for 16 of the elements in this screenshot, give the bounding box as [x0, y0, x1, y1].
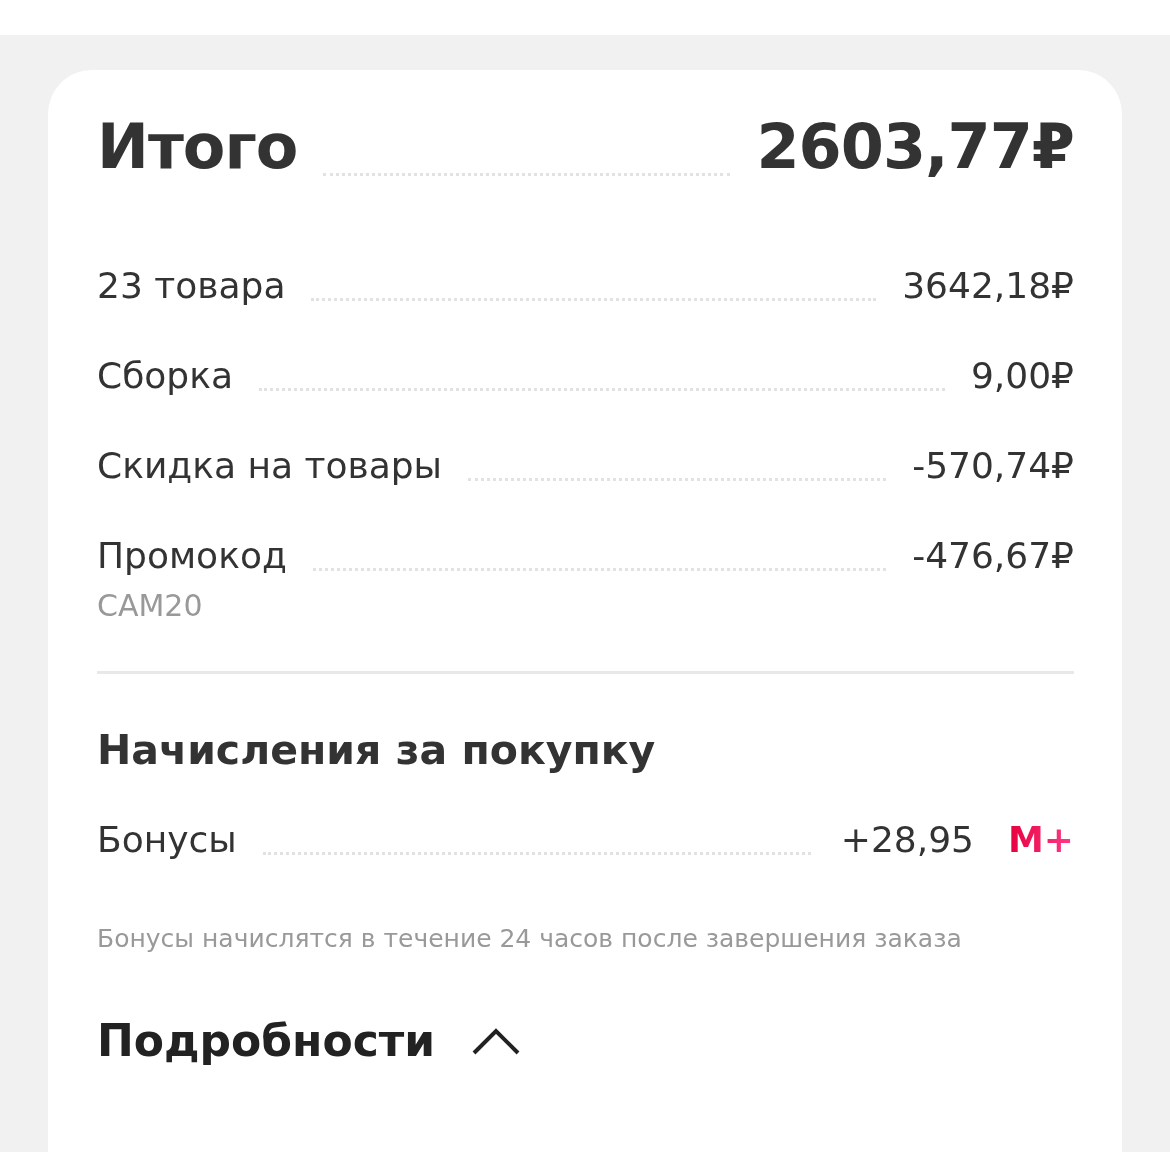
- row-value: 3642,18₽: [902, 264, 1074, 306]
- row-label: Скидка на товары: [97, 444, 442, 486]
- section-title: Начисления за покупку: [97, 726, 657, 774]
- details-toggle[interactable]: Подробности: [97, 1015, 522, 1066]
- total-label: Итого: [97, 110, 298, 183]
- row-label: 23 товара: [97, 264, 286, 306]
- promo-code: CAM20: [97, 588, 204, 623]
- row-value: 9,00₽: [970, 354, 1074, 396]
- bonus-note: Бонусы начислятся в течение 24 часов после завершения заказа: [97, 924, 963, 953]
- row-label: Бонусы: [97, 818, 237, 860]
- row-label: Сборка: [97, 354, 234, 396]
- bonus-value: +28,95: [840, 818, 974, 860]
- total-value: 2603,77₽: [756, 110, 1074, 183]
- row-value: -570,74₽: [912, 444, 1074, 486]
- row-value: -476,67₽: [912, 534, 1074, 576]
- row-label: Промокод: [97, 534, 287, 576]
